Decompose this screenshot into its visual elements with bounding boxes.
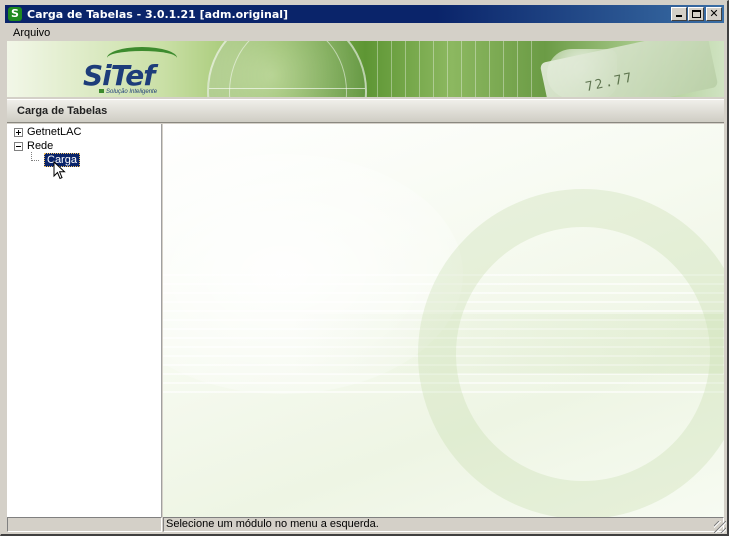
menu-bar: Arquivo [5, 24, 724, 41]
sitef-logo: SiTef Solução Inteligente [77, 47, 177, 95]
tree-node-label[interactable]: GetnetLAC [27, 126, 81, 138]
watermark-bar [293, 314, 723, 374]
content-area [163, 124, 724, 517]
window-controls: ✕ [670, 7, 722, 21]
header-banner: 72.77 SiTef Solução Inteligente [7, 41, 724, 97]
card-number-text: 72.77 [584, 70, 636, 96]
menu-arquivo[interactable]: Arquivo [5, 27, 58, 39]
logo-tagline-wrap: Solução Inteligente [99, 89, 157, 95]
window-title: Carga de Tabelas - 3.0.1.21 [adm.origina… [27, 7, 289, 21]
tree-connector-line [31, 152, 39, 161]
module-tree [7, 124, 162, 517]
tree-node-label[interactable]: Rede [27, 140, 53, 152]
sitef-app-icon[interactable]: S [8, 7, 22, 21]
close-button[interactable]: ✕ [706, 7, 722, 21]
application-window: S Carga de Tabelas - 3.0.1.21 [adm.origi… [0, 0, 729, 536]
title-bar[interactable]: S Carga de Tabelas - 3.0.1.21 [adm.origi… [5, 5, 724, 23]
status-message: Selecione um módulo no menu a esquerda. [163, 517, 724, 532]
banner-lines-graphic [377, 41, 537, 97]
logo-text: SiTef [83, 59, 155, 92]
tree-node-rede[interactable]: Rede [14, 139, 53, 153]
tree-node-getnetlac[interactable]: GetnetLAC [14, 125, 81, 139]
logo-tagline: Solução Inteligente [106, 89, 158, 95]
section-title: Carga de Tabelas [17, 105, 108, 117]
minimize-icon [676, 15, 682, 17]
status-left-cell [7, 517, 162, 532]
section-header: Carga de Tabelas [7, 99, 724, 123]
minimize-button[interactable] [671, 7, 687, 21]
expand-plus-icon[interactable] [14, 127, 23, 137]
mouse-pointer-icon [53, 161, 66, 180]
status-bar: Selecione um módulo no menu a esquerda. [7, 517, 724, 532]
resize-grip-icon[interactable] [714, 521, 726, 533]
tagline-bullet-icon [99, 89, 104, 93]
maximize-button[interactable] [688, 7, 704, 21]
close-icon: ✕ [709, 7, 719, 20]
globe-graphic [207, 41, 367, 97]
collapse-minus-icon[interactable] [14, 141, 23, 151]
maximize-icon [692, 10, 701, 18]
